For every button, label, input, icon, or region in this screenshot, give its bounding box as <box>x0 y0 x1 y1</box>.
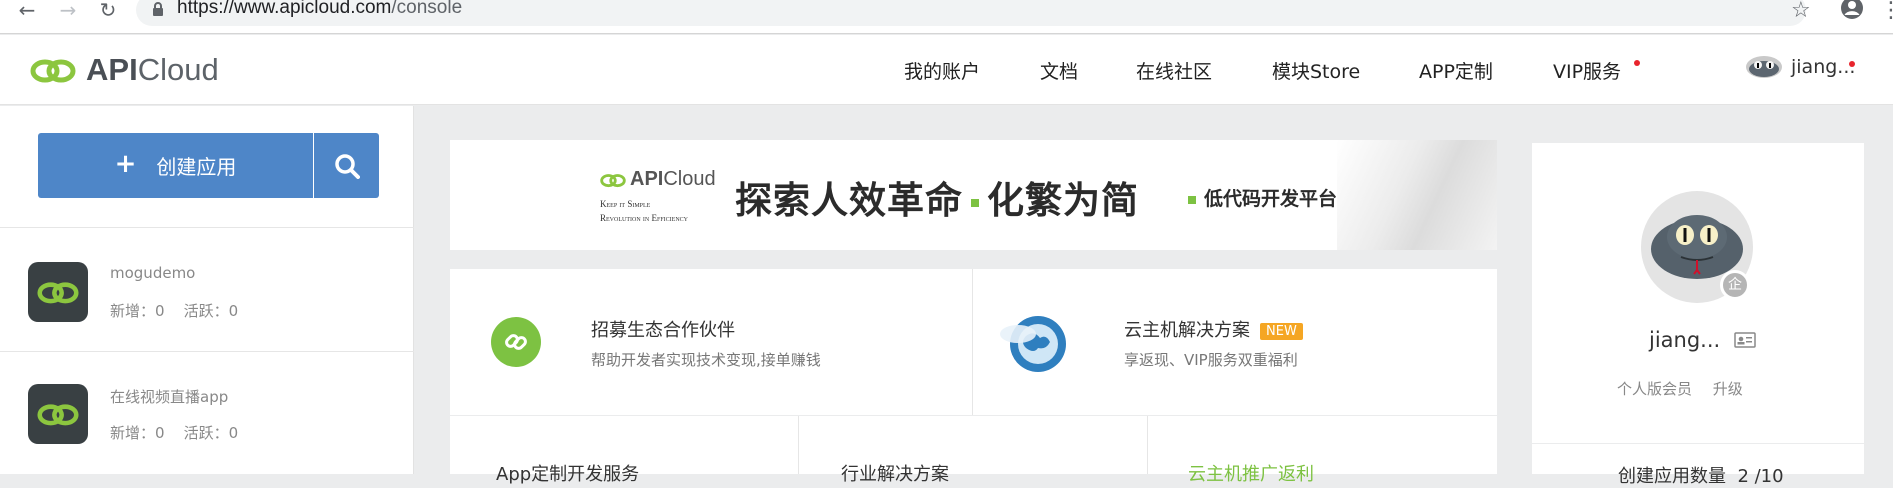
banner-dot <box>1188 195 1196 204</box>
bookmark-star-icon[interactable]: ☆ <box>1791 0 1811 23</box>
app-name: 在线视频直播app <box>110 388 229 406</box>
apicloud-app-icon <box>37 404 79 426</box>
user-avatar-icon <box>1746 56 1782 78</box>
search-app-button[interactable] <box>314 133 379 198</box>
lock-icon <box>153 2 163 16</box>
banner-tagline-1: Keep it Simple <box>600 199 651 209</box>
nav-vip-service[interactable]: VIP服务 <box>1553 57 1621 84</box>
banner-logo-wordmark: APICloud <box>630 168 716 190</box>
profile-name: jiang... <box>1649 328 1756 352</box>
app-item-live-video[interactable]: 在线视频直播app 新增：0 活跃：0 <box>0 352 414 472</box>
app-stats: 新增：0 活跃：0 <box>110 424 239 442</box>
site-header: APICloud 我的账户 文档 在线社区 模块Store APP定制 VIP服… <box>0 35 1893 105</box>
search-icon <box>334 153 360 179</box>
app-count-card: 创建应用数量 2 /10 <box>1532 444 1864 487</box>
browser-toolbar: ← → ↻ https://www.apicloud.com/console ☆… <box>0 0 1893 34</box>
header-username[interactable]: jiang... <box>1791 56 1855 78</box>
nav-module-store[interactable]: 模块Store <box>1272 57 1360 84</box>
back-icon[interactable]: ← <box>14 0 40 22</box>
app-icon <box>28 384 88 444</box>
profile-card: 企 jiang... 个人版会员 升级 <box>1532 143 1864 443</box>
vip-notification-dot <box>1634 60 1640 66</box>
card-title: 招募生态合作伙伴 <box>591 320 735 341</box>
apicloud-app-icon <box>37 282 79 304</box>
link-icon <box>491 317 541 367</box>
link-app-custom-dev[interactable]: App定制开发服务 <box>496 460 639 486</box>
globe-cloud-icon <box>1000 316 1066 372</box>
app-item-mogudemo[interactable]: mogudemo 新增：0 活跃：0 <box>0 228 414 348</box>
nav-my-account[interactable]: 我的账户 <box>904 57 980 84</box>
app-stats: 新增：0 活跃：0 <box>110 302 239 320</box>
apicloud-logo-icon <box>600 173 626 187</box>
enterprise-badge: 企 <box>1720 270 1750 300</box>
promo-banner[interactable]: APICloud Keep it Simple Revolution in Ef… <box>450 140 1497 250</box>
forward-icon[interactable]: → <box>55 0 81 22</box>
new-badge: NEW <box>1260 322 1303 340</box>
profile-meta: 个人版会员 升级 <box>1617 378 1743 399</box>
promo-cards: 招募生态合作伙伴 帮助开发者实现技术变现,接单赚钱 云主机解决方案 NEW 享返现… <box>450 269 1497 415</box>
plus-icon: + <box>114 149 137 179</box>
card-desc: 帮助开发者实现技术变现,接单赚钱 <box>591 351 821 369</box>
service-links-row: App定制开发服务 行业解决方案 云主机推广返利 <box>450 416 1497 485</box>
banner-decoration <box>1337 140 1497 250</box>
menu-icon[interactable]: ⋮ <box>1880 0 1893 23</box>
url-text[interactable]: https://www.apicloud.com/console <box>177 0 462 19</box>
create-app-label: 创建应用 <box>156 155 237 179</box>
link-industry-solutions[interactable]: 行业解决方案 <box>841 460 949 486</box>
divider <box>1147 416 1148 474</box>
app-count: 创建应用数量 2 /10 <box>1618 466 1784 487</box>
nav-docs[interactable]: 文档 <box>1040 57 1078 84</box>
upgrade-link[interactable]: 升级 <box>1713 380 1743 398</box>
profile-icon[interactable] <box>1840 0 1864 20</box>
nav-community[interactable]: 在线社区 <box>1136 57 1212 84</box>
divider <box>972 269 973 415</box>
banner-dot <box>971 198 979 207</box>
link-cloud-referral[interactable]: 云主机推广返利 <box>1188 460 1314 486</box>
divider <box>798 416 799 474</box>
card-title: 云主机解决方案 NEW <box>1124 316 1303 342</box>
user-notification-dot <box>1849 61 1855 67</box>
banner-title: 探索人效革命 化繁为简 <box>735 179 1139 222</box>
card-desc: 享返现、VIP服务双重福利 <box>1124 351 1298 369</box>
nav-app-custom[interactable]: APP定制 <box>1419 57 1493 84</box>
logo-wordmark: APICloud <box>86 52 219 87</box>
app-sidebar: + 创建应用 mogudemo 新增：0 活跃：0 在线视频直播app 新增：0 <box>0 106 414 474</box>
create-app-button[interactable]: + 创建应用 <box>38 133 313 198</box>
app-icon <box>28 262 88 322</box>
member-type: 个人版会员 <box>1617 380 1693 398</box>
banner-subtitle: 低代码开发平台 <box>1180 184 1337 211</box>
banner-tagline-2: Revolution in Efficiency <box>600 213 688 223</box>
apicloud-logo[interactable]: APICloud <box>30 52 219 88</box>
app-name: mogudemo <box>110 264 196 282</box>
reload-icon[interactable]: ↻ <box>95 0 121 22</box>
id-card-icon[interactable] <box>1734 332 1756 348</box>
user-menu[interactable]: jiang... <box>1745 55 1855 79</box>
apicloud-logo-icon <box>30 59 76 83</box>
banner-logo: APICloud Keep it Simple Revolution in Ef… <box>600 168 716 225</box>
